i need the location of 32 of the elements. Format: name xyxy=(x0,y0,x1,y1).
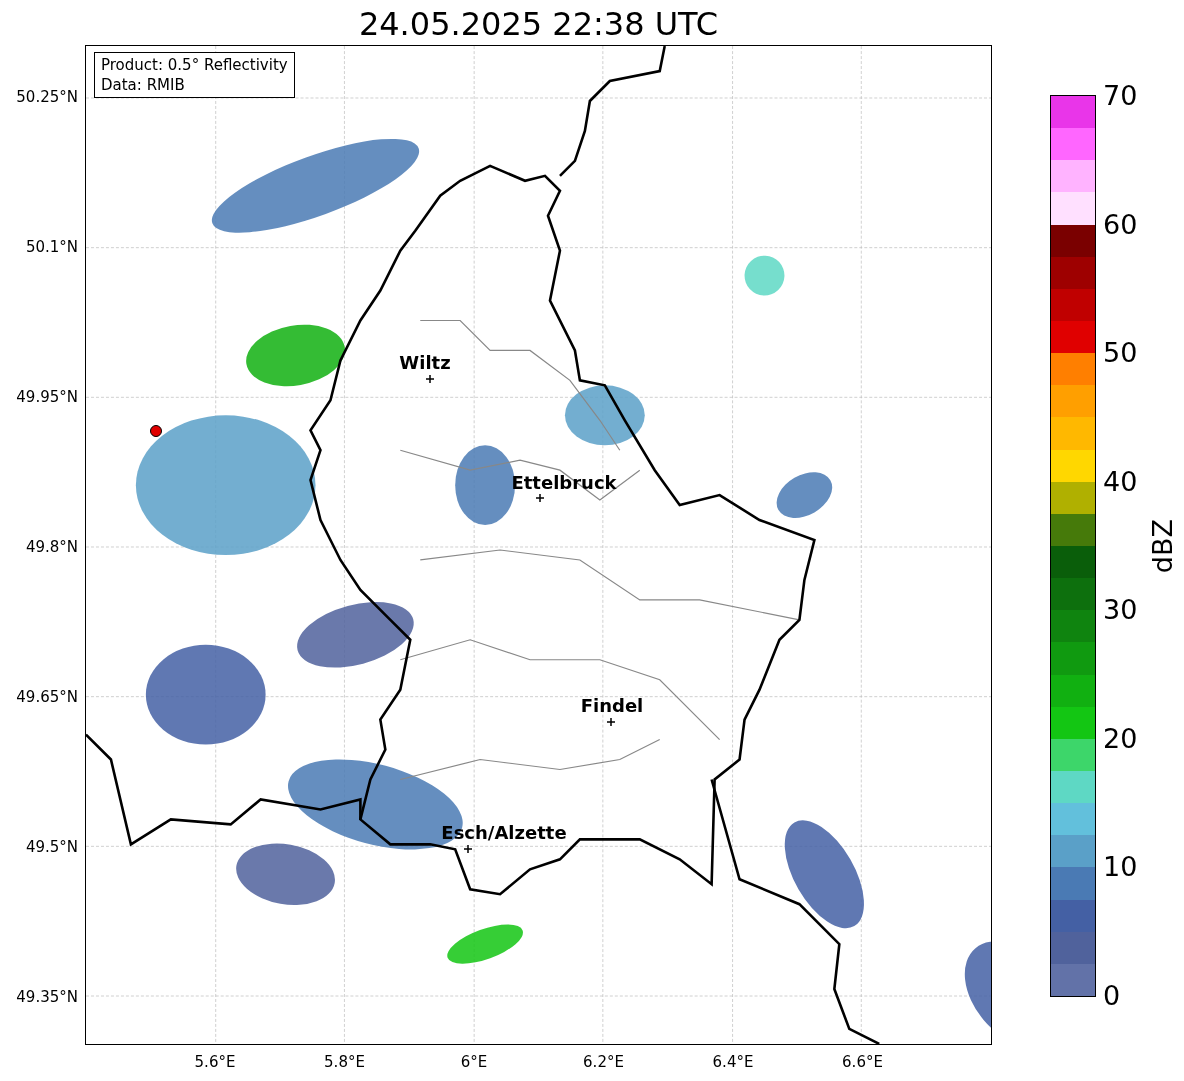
longitude-label: 5.6°E xyxy=(194,1053,236,1071)
longitude-label: 6°E xyxy=(460,1053,488,1071)
colorbar-tick-label: 60 xyxy=(1103,209,1138,240)
latitude-label: 49.95°N xyxy=(16,388,78,406)
latitude-label: 49.35°N xyxy=(16,988,78,1006)
colorbar-tick-label: 30 xyxy=(1103,595,1138,626)
info-text: Product: 0.5° Reflectivity xyxy=(101,55,288,75)
latitude-label: 50.25°N xyxy=(16,88,78,106)
colorbar-tick-label: 50 xyxy=(1103,338,1138,369)
latitude-label: 49.8°N xyxy=(25,538,78,556)
city-marker-icon xyxy=(536,494,544,502)
colorbar-tick-label: 70 xyxy=(1103,81,1138,111)
longitude-label: 6.2°E xyxy=(583,1053,624,1071)
latitude-label: 50.1°N xyxy=(25,238,78,256)
longitude-label: 5.8°E xyxy=(324,1053,365,1071)
colorbar-tick-label: 0 xyxy=(1103,981,1121,1011)
colorbar-tick-label: 10 xyxy=(1103,852,1138,883)
info-text: Data: RMIB xyxy=(101,75,186,95)
colorbar-tick-label: 20 xyxy=(1103,723,1138,754)
city-label: Findel xyxy=(580,696,644,716)
longitude-label: 6.4°E xyxy=(712,1053,754,1071)
city-marker-icon xyxy=(464,845,472,853)
colorbar-tick-label: 40 xyxy=(1103,466,1138,497)
latitude-label: 49.65°N xyxy=(16,688,78,706)
longitude-label: 6.6°E xyxy=(842,1053,883,1071)
colorbar-label: dBZ xyxy=(1148,518,1178,574)
chart-title: 24.05.2025 22:38 UTC xyxy=(358,4,719,44)
city-marker-icon xyxy=(607,718,615,726)
city-label: Wiltz xyxy=(399,353,451,373)
city-marker-icon xyxy=(426,375,434,383)
latitude-label: 49.5°N xyxy=(25,838,78,856)
radar-site-icon xyxy=(150,425,162,437)
